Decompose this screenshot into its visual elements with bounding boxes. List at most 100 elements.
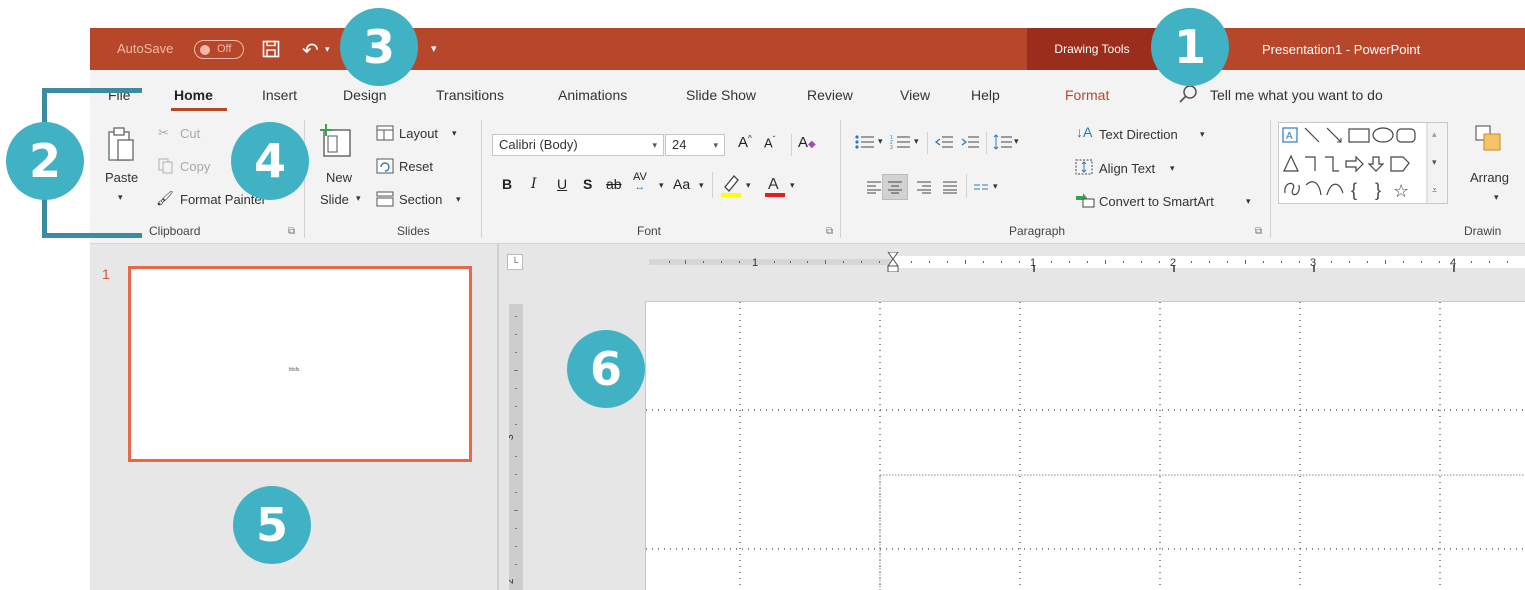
section-icon[interactable]: [376, 191, 394, 212]
bullets-dropdown-icon[interactable]: ▾: [878, 136, 883, 147]
align-left-icon[interactable]: [866, 180, 882, 199]
numbering-dropdown-icon[interactable]: ▾: [914, 136, 919, 147]
font-name-combo[interactable]: Calibri (Body) ▾: [492, 134, 664, 156]
undo-icon[interactable]: ↶: [302, 38, 319, 63]
text-shadow-icon[interactable]: S: [583, 176, 592, 192]
paste-dropdown-icon[interactable]: ▾: [118, 192, 123, 203]
customize-qat-icon[interactable]: ▾: [431, 42, 437, 55]
convert-smartart-button[interactable]: Convert to SmartArt: [1099, 194, 1214, 209]
align-text-dropdown-icon[interactable]: ▾: [1170, 163, 1175, 174]
text-direction-button[interactable]: Text Direction: [1099, 127, 1178, 142]
paste-button[interactable]: Paste: [105, 170, 138, 185]
shapes-gallery[interactable]: A { } ☆ ▴ ▾ ⩡: [1278, 122, 1448, 204]
tab-format[interactable]: Format: [1065, 87, 1109, 103]
font-group-label: Font: [637, 224, 662, 238]
vertical-ruler[interactable]: 3 2: [505, 304, 523, 590]
callout-1: 1: [1151, 8, 1229, 86]
underline-icon[interactable]: U: [557, 176, 567, 192]
smartart-dropdown-icon[interactable]: ▾: [1246, 196, 1251, 207]
search-icon[interactable]: [1178, 84, 1198, 109]
bold-icon[interactable]: B: [502, 176, 512, 192]
highlight-icon[interactable]: [720, 172, 742, 203]
font-color-dropdown-icon[interactable]: ▾: [790, 180, 795, 191]
highlight-dropdown-icon[interactable]: ▾: [746, 180, 751, 191]
group-divider: [481, 120, 482, 238]
autosave-toggle[interactable]: Off: [194, 40, 244, 59]
shrink-font-icon[interactable]: Aˇ: [764, 135, 775, 150]
ruler-label: 2: [509, 578, 516, 584]
slide-thumbnail[interactable]: fdsfs: [128, 266, 472, 462]
increase-indent-icon[interactable]: [960, 134, 980, 155]
section-button[interactable]: Section: [399, 192, 442, 207]
change-case-icon[interactable]: Aa: [673, 176, 690, 192]
tab-insert[interactable]: Insert: [262, 87, 297, 103]
align-text-button[interactable]: Align Text: [1099, 161, 1155, 176]
new-slide-label-top[interactable]: New: [326, 170, 352, 185]
font-size-combo[interactable]: 24 ▾: [665, 134, 725, 156]
strikethrough-icon[interactable]: ab: [606, 176, 622, 192]
horizontal-ruler[interactable]: 1 1 2 3 4: [649, 252, 1525, 272]
tell-me-search[interactable]: Tell me what you want to do: [1210, 87, 1383, 103]
font-launcher-icon[interactable]: ⧉: [826, 226, 833, 237]
new-slide-label[interactable]: Slide: [320, 192, 349, 207]
format-painter-icon[interactable]: 🖌: [156, 190, 174, 207]
line-spacing-icon[interactable]: [993, 134, 1013, 155]
text-direction-icon[interactable]: ↓A: [1076, 124, 1092, 140]
divider: [927, 132, 928, 154]
cut-button[interactable]: Cut: [180, 126, 200, 141]
line-spacing-dropdown-icon[interactable]: ▾: [1014, 136, 1019, 147]
layout-dropdown-icon[interactable]: ▾: [452, 128, 457, 139]
cut-scissors-icon[interactable]: ✂: [158, 125, 169, 141]
new-slide-icon[interactable]: [318, 122, 354, 165]
tab-home[interactable]: Home: [174, 87, 213, 103]
decrease-indent-icon[interactable]: [934, 134, 954, 155]
text-placeholder-box[interactable]: [879, 474, 1525, 590]
italic-icon[interactable]: I: [531, 176, 537, 192]
spacing-dropdown-icon[interactable]: ▾: [659, 180, 664, 191]
text-direction-dropdown-icon[interactable]: ▾: [1200, 129, 1205, 140]
layout-button[interactable]: Layout: [399, 126, 438, 141]
align-right-icon[interactable]: [916, 180, 932, 199]
clipboard-launcher-icon[interactable]: ⧉: [288, 226, 295, 237]
numbering-icon[interactable]: 123: [890, 134, 912, 155]
bullets-icon[interactable]: [854, 134, 876, 155]
justify-icon[interactable]: [942, 180, 958, 199]
arrange-icon[interactable]: [1474, 124, 1504, 165]
align-text-icon[interactable]: [1075, 159, 1093, 180]
tab-stop-selector[interactable]: └: [507, 254, 523, 270]
tab-slide-show[interactable]: Slide Show: [686, 87, 756, 103]
save-icon[interactable]: [262, 40, 280, 63]
grow-font-icon[interactable]: A^: [738, 134, 752, 151]
reset-icon[interactable]: [376, 158, 394, 179]
ruler-label: 3: [1310, 257, 1316, 269]
columns-icon[interactable]: [973, 181, 989, 199]
tab-transitions[interactable]: Transitions: [436, 87, 504, 103]
new-slide-dropdown-icon[interactable]: ▾: [356, 193, 361, 204]
chevron-down-icon: ▾: [713, 140, 718, 150]
character-spacing-icon[interactable]: AV ↔: [633, 172, 647, 193]
copy-icon[interactable]: [158, 158, 174, 179]
case-dropdown-icon[interactable]: ▾: [699, 180, 704, 191]
slide-canvas[interactable]: [645, 301, 1525, 590]
undo-dropdown-icon[interactable]: ▾: [325, 44, 330, 55]
paste-icon[interactable]: [106, 126, 136, 169]
font-color-icon[interactable]: A: [764, 172, 786, 203]
align-center-icon[interactable]: [882, 174, 908, 200]
group-divider: [1270, 120, 1271, 238]
section-dropdown-icon[interactable]: ▾: [456, 194, 461, 205]
tab-help[interactable]: Help: [971, 87, 1000, 103]
tab-view[interactable]: View: [900, 87, 930, 103]
arrange-button[interactable]: Arrang: [1470, 170, 1509, 185]
columns-dropdown-icon[interactable]: ▾: [993, 181, 998, 192]
tab-animations[interactable]: Animations: [558, 87, 627, 103]
tab-review[interactable]: Review: [807, 87, 853, 103]
arrange-dropdown-icon[interactable]: ▾: [1494, 192, 1499, 203]
smartart-icon[interactable]: [1075, 192, 1095, 213]
layout-icon[interactable]: [376, 125, 394, 146]
paragraph-launcher-icon[interactable]: ⧉: [1255, 226, 1262, 237]
copy-button[interactable]: Copy: [180, 159, 210, 174]
clear-formatting-icon[interactable]: A◆: [798, 134, 816, 151]
tab-design[interactable]: Design: [343, 87, 387, 103]
svg-text:}: }: [1375, 180, 1381, 200]
reset-button[interactable]: Reset: [399, 159, 433, 174]
